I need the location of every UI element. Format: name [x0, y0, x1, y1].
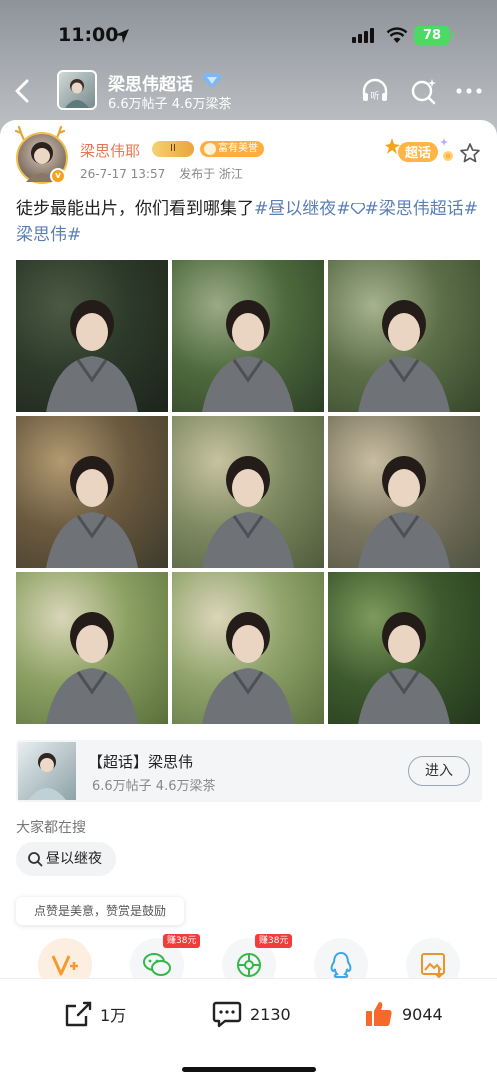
qq-icon: [330, 951, 352, 978]
search-chip[interactable]: 昼以继夜: [16, 842, 116, 876]
avatar-portrait: [65, 79, 89, 108]
comment-icon: [212, 1001, 242, 1028]
chaohua-label: 超话: [405, 145, 431, 161]
topic-stats: 6.6万帖子 4.6万梁茶: [108, 97, 232, 112]
topic-card[interactable]: 【超话】梁思伟 6.6万帖子 4.6万梁茶 进入: [16, 740, 482, 802]
honor-icon: [204, 143, 216, 155]
listen-headphones-icon[interactable]: 听: [360, 76, 390, 106]
save-image-icon: [421, 953, 445, 979]
home-indicator: [182, 1067, 316, 1072]
reward-tip: 点赞是美意，赞赏是鼓励: [16, 897, 184, 925]
wifi-icon: [386, 27, 408, 43]
search-chip-label: 昼以继夜: [46, 851, 102, 867]
honor-badge: 富有美誉: [200, 141, 264, 157]
photo-7[interactable]: [16, 572, 168, 724]
topic-card-title: 【超话】梁思伟: [88, 753, 194, 771]
post-username[interactable]: 梁思伟耶: [80, 140, 140, 161]
comment-count: 2130: [250, 1004, 291, 1024]
comment-action[interactable]: 2130: [212, 999, 291, 1029]
topic-navbar: 梁思伟超话 6.6万帖子 4.6万梁茶 听: [0, 66, 497, 116]
hashtag-link-2[interactable]: #梁思伟超话#: [365, 199, 479, 219]
topic-title[interactable]: 梁思伟超话: [108, 70, 193, 95]
chaohua-diamond-icon: [349, 202, 366, 215]
search-icon: [28, 852, 43, 867]
photo-9[interactable]: [328, 572, 480, 724]
verified-badge: v: [50, 168, 66, 184]
moments-icon: [237, 953, 261, 977]
photo-4[interactable]: [16, 416, 168, 568]
photo-2[interactable]: [172, 260, 324, 412]
status-time: 11:00: [58, 24, 119, 46]
cellular-signal-icon: [352, 28, 374, 43]
earn-badge-1: 赚38元: [163, 934, 201, 948]
photo-grid: [16, 260, 482, 725]
chaohua-label-icon: 超话: [385, 138, 453, 162]
wechat-icon: [143, 953, 171, 976]
topic-card-portrait: [28, 753, 66, 800]
photo-3[interactable]: [328, 260, 480, 412]
status-bar: 11:00 78: [0, 22, 497, 52]
location-arrow-icon: [115, 29, 129, 43]
post-text-body: 徒步最能出片，你们看到哪集了: [16, 199, 254, 219]
back-chevron-icon[interactable]: [10, 76, 36, 106]
diamond-badge-icon: [202, 73, 222, 88]
photo-1[interactable]: [16, 260, 168, 412]
listen-label: 听: [370, 91, 379, 102]
share-count: 1万: [100, 1006, 127, 1025]
hashtag-link-1[interactable]: #昼以继夜#: [254, 199, 351, 219]
earn-badge-2: 赚38元: [255, 934, 293, 948]
photo-8[interactable]: [172, 572, 324, 724]
like-count: 9044: [402, 1004, 443, 1024]
share-icon: [65, 1001, 92, 1027]
v-plus-icon: [51, 955, 78, 976]
battery-indicator: 78: [414, 26, 454, 45]
photo-6[interactable]: [328, 416, 480, 568]
fan-level-badge: II: [152, 141, 194, 157]
post-meta: 26-7-17 13:57 发布于 浙江: [80, 165, 243, 182]
post-time: 26-7-17 13:57: [80, 167, 166, 181]
favorite-star-icon[interactable]: [459, 142, 481, 164]
search-sparkle-icon[interactable]: [408, 76, 438, 106]
hashtag-link-2-cont[interactable]: 梁思伟#: [16, 225, 81, 245]
share-action[interactable]: 1万: [64, 999, 126, 1029]
topic-avatar[interactable]: [57, 70, 97, 110]
photo-5[interactable]: [172, 416, 324, 568]
post-text: 徒步最能出片，你们看到哪集了#昼以继夜# #梁思伟超话# 梁思伟#: [16, 196, 482, 248]
post-card: v 梁思伟耶 II 富有美誉 26-7-17 13:57 发布于 浙江 超话 徒…: [0, 120, 497, 1080]
honor-label: 富有美誉: [218, 143, 258, 154]
post-location: 发布于 浙江: [179, 167, 243, 181]
trending-search-title: 大家都在搜: [16, 820, 86, 836]
topic-card-image: [18, 742, 76, 800]
topic-card-stats: 6.6万帖子 4.6万梁茶: [92, 779, 216, 794]
more-icon[interactable]: [454, 76, 484, 106]
bottom-action-bar: 1万 2130 9044: [0, 978, 497, 1080]
like-action[interactable]: 9044: [364, 999, 443, 1029]
enter-button[interactable]: 进入: [408, 756, 470, 786]
thumbs-up-icon: [366, 1002, 392, 1026]
